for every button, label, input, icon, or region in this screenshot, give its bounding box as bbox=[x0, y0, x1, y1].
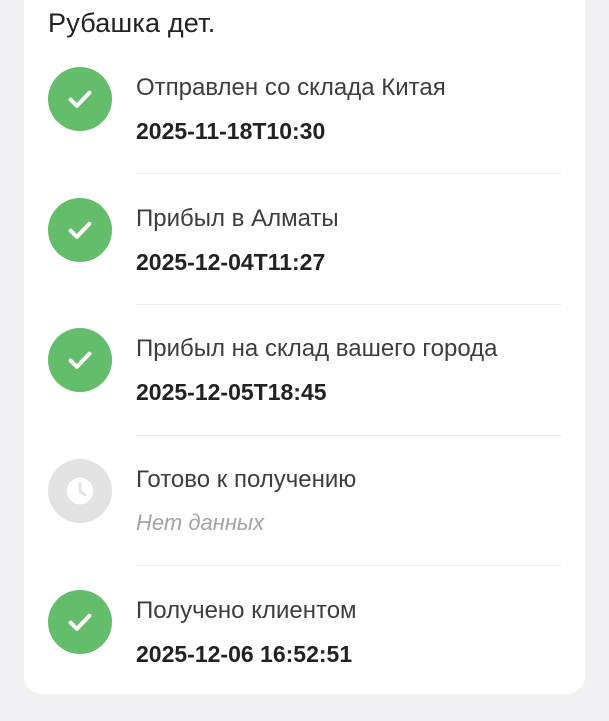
divider bbox=[136, 435, 561, 436]
step-label: Прибыл в Алматы bbox=[136, 205, 339, 232]
step-status-done bbox=[48, 198, 112, 262]
check-icon bbox=[68, 613, 92, 631]
divider bbox=[136, 173, 561, 174]
step-status-pending bbox=[48, 459, 112, 523]
tracking-step: Прибыл на склад вашего города 2025-12-05… bbox=[24, 328, 585, 459]
check-icon bbox=[68, 221, 92, 239]
step-status-done bbox=[48, 67, 112, 131]
step-label: Отправлен со склада Китая bbox=[136, 74, 446, 101]
tracking-card: Рубашка дет. Отправлен со склада Китая 2… bbox=[24, 0, 585, 694]
divider bbox=[136, 565, 561, 566]
step-date: 2025-12-06 16:52:51 bbox=[136, 641, 353, 667]
step-label: Получено клиентом bbox=[136, 597, 357, 624]
step-label: Готово к получению bbox=[136, 466, 357, 493]
step-date: 2025-11-18T10:30 bbox=[136, 118, 326, 144]
clock-icon bbox=[66, 477, 94, 505]
step-date: 2025-12-04T11:27 bbox=[136, 249, 326, 275]
step-label: Прибыл на склад вашего города bbox=[136, 335, 498, 362]
check-icon bbox=[68, 351, 92, 369]
tracking-step: Получено клиентом 2025-12-06 16:52:51 bbox=[24, 590, 585, 721]
tracking-step: Отправлен со склада Китая 2025-11-18T10:… bbox=[24, 67, 585, 198]
step-status-done bbox=[48, 590, 112, 654]
divider bbox=[136, 304, 561, 305]
step-status-done bbox=[48, 328, 112, 392]
step-no-data: Нет данных bbox=[136, 510, 265, 535]
tracking-step: Прибыл в Алматы 2025-12-04T11:27 bbox=[24, 198, 585, 329]
check-icon bbox=[68, 90, 92, 108]
product-title: Рубашка дет. bbox=[48, 8, 216, 38]
tracking-step: Готово к получению Нет данных bbox=[24, 459, 585, 590]
step-date: 2025-12-05T18:45 bbox=[136, 379, 327, 405]
